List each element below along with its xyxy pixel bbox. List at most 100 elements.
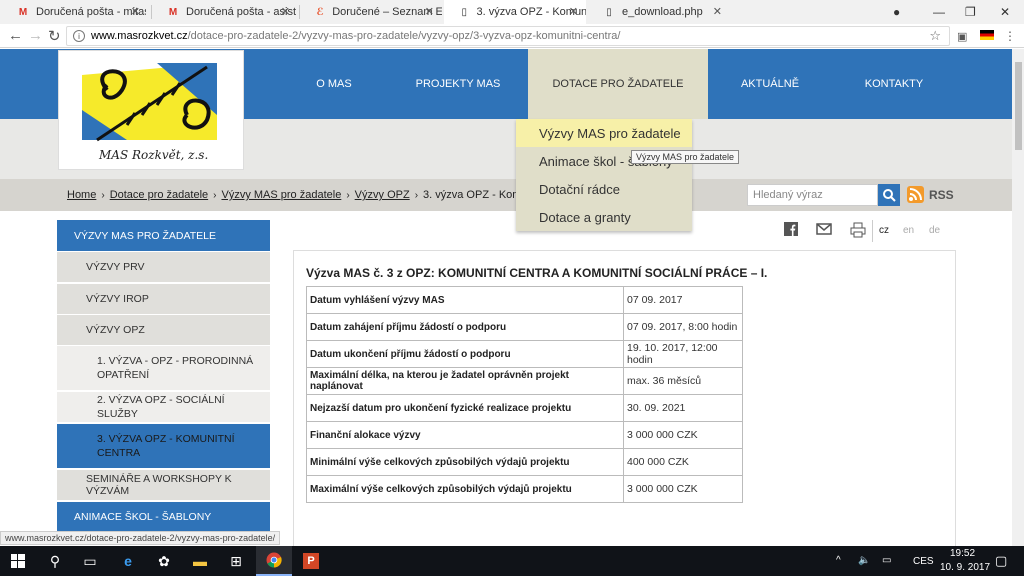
tooltip: Výzvy MAS pro žadatele xyxy=(631,150,740,164)
action-center-icon[interactable]: ▢ xyxy=(995,553,1007,569)
row-label: Maximální délka, na kterou je žadatel op… xyxy=(306,367,624,395)
search-icon[interactable]: ⚲ xyxy=(37,546,73,576)
table-row: Finanční alokace výzvy 3 000 000 CZK xyxy=(306,421,743,449)
clock-time[interactable]: 19:52 xyxy=(950,548,975,559)
close-tab-icon[interactable]: ✕ xyxy=(131,5,140,18)
row-value: 3 000 000 CZK xyxy=(623,421,743,449)
reload-icon[interactable]: ↻ xyxy=(48,27,61,45)
breadcrumb-dotace[interactable]: Dotace pro žadatele xyxy=(110,189,208,201)
sidebar-item-vyzvy-mas[interactable]: VÝZVY MAS PRO ŽADATELE xyxy=(57,220,270,251)
file-explorer-icon[interactable]: ▬ xyxy=(182,546,218,576)
logo-graphic xyxy=(82,63,217,142)
tray-overflow-icon[interactable]: ^ xyxy=(836,555,841,566)
sidebar-item-1-vyzva-opz[interactable]: 1. VÝZVA - OPZ - PRORODINNÁ OPATŘENÍ xyxy=(57,346,270,391)
link-status-bar: www.masrozkvet.cz/dotace-pro-zadatele-2/… xyxy=(0,531,281,545)
page-icon: ▯ xyxy=(606,6,612,18)
nav-kontakty[interactable]: KONTAKTY xyxy=(850,49,938,119)
nav-o-mas[interactable]: O MAS xyxy=(296,49,372,119)
breadcrumb: Home › Dotace pro žadatele › Výzvy MAS pro… xyxy=(67,189,582,201)
dropdown-item-dotace-a-granty[interactable]: Dotace a granty xyxy=(516,203,692,231)
browser-tab[interactable]: M Doručená pošta - asisten ✕ xyxy=(152,0,298,24)
url-bar[interactable]: i www.masrozkvet.cz/dotace-pro-zadatele-… xyxy=(66,26,950,46)
lang-de[interactable]: de xyxy=(929,225,940,236)
sidebar-item-2-vyzva-opz[interactable]: 2. VÝZVA OPZ - SOCIÁLNÍ SLUŽBY xyxy=(57,392,270,423)
breadcrumb-home[interactable]: Home xyxy=(67,189,96,201)
browser-tab[interactable]: ℰ Doručené – Seznam Ema ✕ xyxy=(300,0,442,24)
row-label: Nejzazší datum pro ukončení fyzické real… xyxy=(306,394,624,422)
sidebar-item-animace-skol[interactable]: ANIMACE ŠKOL - ŠABLONY xyxy=(57,502,270,531)
search-input[interactable]: Hledaný výraz xyxy=(747,184,878,206)
network-icon[interactable]: ▭ xyxy=(882,555,891,566)
browser-tab[interactable]: M Doručená pošta - mitaso ✕ xyxy=(2,0,148,24)
bookmark-star-icon[interactable]: ☆ xyxy=(929,28,941,44)
rss-icon[interactable] xyxy=(907,186,924,203)
profile-icon[interactable]: ● xyxy=(893,0,900,24)
dropdown-item-dotacni-radce[interactable]: Dotační rádce xyxy=(516,175,692,203)
scrollbar-thumb[interactable] xyxy=(1015,62,1022,150)
chevron-right-icon: › xyxy=(346,189,350,201)
rss-link[interactable]: RSS xyxy=(929,188,954,202)
nav-dotace-pro-zadatele[interactable]: DOTACE PRO ŽADATELE xyxy=(528,49,708,119)
restore-icon[interactable]: ❐ xyxy=(965,0,976,24)
sidebar-item-vyzvy-irop[interactable]: VÝZVY IROP xyxy=(57,284,270,315)
page-icon: ▯ xyxy=(461,6,468,18)
row-label: Datum ukončení příjmu žádostí o podporu xyxy=(306,340,624,368)
windows-start-icon[interactable] xyxy=(0,546,36,576)
powerpoint-icon[interactable]: P xyxy=(293,546,329,576)
back-arrow-icon[interactable]: ← xyxy=(8,27,23,44)
clock-date[interactable]: 10. 9. 2017 xyxy=(940,562,990,573)
new-tab-button[interactable] xyxy=(738,0,762,24)
minimize-icon[interactable]: — xyxy=(933,0,945,24)
menu-icon[interactable]: ⋮ xyxy=(1004,29,1016,43)
close-tab-icon[interactable]: ✕ xyxy=(281,5,290,18)
input-language[interactable]: CES xyxy=(913,556,934,567)
close-tab-icon[interactable]: ✕ xyxy=(713,5,722,18)
print-icon[interactable] xyxy=(850,222,866,241)
row-value: max. 36 měsíců xyxy=(623,367,743,395)
chevron-right-icon: › xyxy=(414,189,419,201)
table-row: Minimální výše celkových způsobilých výd… xyxy=(306,448,743,476)
row-value: 07 09. 2017 xyxy=(623,286,743,314)
row-value: 30. 09. 2021 xyxy=(623,394,743,422)
browser-tab-bar: M Doručená pošta - mitaso ✕ M Doručená p… xyxy=(0,0,1024,24)
site-logo[interactable]: MAS Rozkvět, z.s. xyxy=(58,50,244,170)
store-icon[interactable]: ⊞ xyxy=(218,546,254,576)
close-window-icon[interactable]: ✕ xyxy=(1000,0,1010,24)
chrome-icon[interactable] xyxy=(256,546,292,576)
sidebar-item-3-vyzva-opz[interactable]: 3. VÝZVA OPZ - KOMUNITNÍ CENTRA xyxy=(57,424,270,469)
close-tab-icon[interactable]: ✕ xyxy=(569,5,578,18)
page-title: Výzva MAS č. 3 z OPZ: KOMUNITNÍ CENTRA A… xyxy=(306,266,768,280)
browser-tab-active[interactable]: ▯ 3. výzva OPZ - Komunitn ✕ xyxy=(444,0,586,24)
browser-tab[interactable]: ▯ e_download.php ✕ xyxy=(588,0,730,24)
row-label: Datum vyhlášení výzvy MAS xyxy=(306,286,624,314)
seznam-icon: ℰ xyxy=(316,6,324,18)
row-value: 07 09. 2017, 8:00 hodin xyxy=(623,313,743,341)
volume-icon[interactable]: 🔈 xyxy=(858,555,870,566)
facebook-icon[interactable] xyxy=(784,222,798,239)
lang-en[interactable]: en xyxy=(903,225,914,236)
gmail-icon: M xyxy=(168,6,178,18)
lang-cz[interactable]: cz xyxy=(879,225,889,236)
nav-aktualne[interactable]: AKTUÁLNĚ xyxy=(730,49,810,119)
close-tab-icon[interactable]: ✕ xyxy=(425,5,434,18)
sidebar-item-vyzvy-prv[interactable]: VÝZVY PRV xyxy=(57,252,270,283)
breadcrumb-vyzvy-mas[interactable]: Výzvy MAS pro žadatele xyxy=(221,189,341,201)
call-info-table: Datum vyhlášení výzvy MAS 07 09. 2017 Dat… xyxy=(306,286,743,503)
search-button[interactable] xyxy=(878,184,900,206)
forward-arrow-icon[interactable]: → xyxy=(28,27,43,44)
email-icon[interactable] xyxy=(816,222,832,239)
dropdown-item-vyzvy-mas[interactable]: Výzvy MAS pro žadatele xyxy=(516,119,692,147)
breadcrumb-vyzvy-opz[interactable]: Výzvy OPZ xyxy=(355,189,410,201)
app-icon[interactable]: ✿ xyxy=(146,546,182,576)
extension-icon[interactable]: ▣ xyxy=(957,30,967,43)
edge-browser-icon[interactable]: e xyxy=(110,546,146,576)
flag-icon[interactable] xyxy=(980,30,994,40)
info-icon[interactable]: i xyxy=(73,30,85,42)
sidebar-item-vyzvy-opz[interactable]: VÝZVY OPZ xyxy=(57,315,270,346)
nav-projekty-mas[interactable]: PROJEKTY MAS xyxy=(400,49,516,119)
task-view-icon[interactable]: ▭ xyxy=(72,546,108,576)
table-row: Datum vyhlášení výzvy MAS 07 09. 2017 xyxy=(306,286,743,314)
table-row: Maximální délka, na kterou je žadatel op… xyxy=(306,367,743,395)
sidebar-item-seminare[interactable]: SEMINÁŘE A WORKSHOPY K VÝZVÁM xyxy=(57,470,270,501)
dotace-dropdown-menu: Výzvy MAS pro žadatele Animace škol - ša… xyxy=(516,119,692,231)
